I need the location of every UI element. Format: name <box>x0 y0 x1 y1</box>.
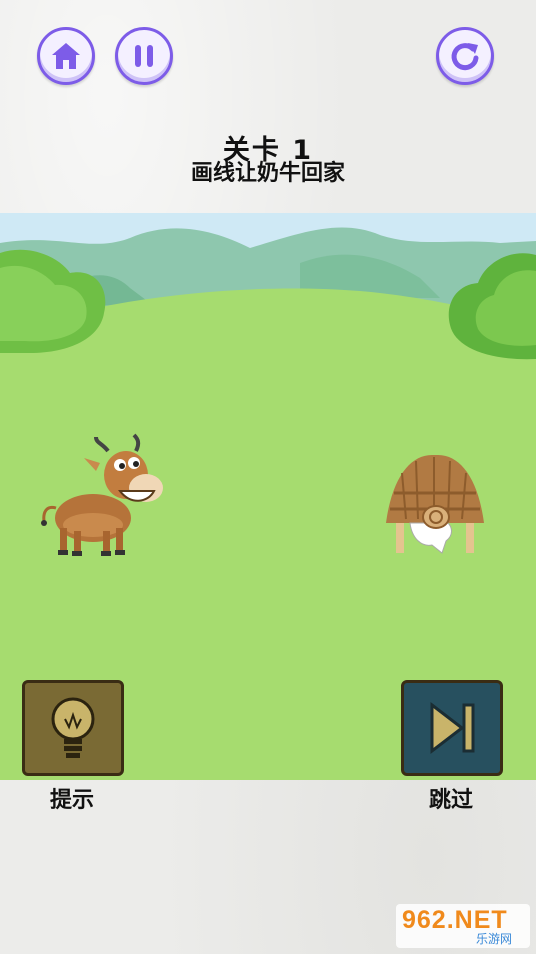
watermark-logo: 962.NET 乐游网 <box>396 904 530 948</box>
pause-button[interactable] <box>115 27 173 85</box>
lightbulb-icon <box>51 697 95 758</box>
watermark-sub: 乐游网 <box>476 932 513 946</box>
home-icon <box>52 43 80 69</box>
cow-character[interactable] <box>38 433 168 563</box>
skip-button[interactable] <box>401 680 503 776</box>
level-instruction: 画线让奶牛回家 <box>190 161 345 186</box>
restart-button[interactable] <box>436 27 494 85</box>
pause-icon <box>135 45 153 67</box>
skip-label: 跳过 <box>428 788 473 813</box>
barn-home[interactable] <box>382 453 488 563</box>
hint-label: 提示 <box>49 788 94 813</box>
hint-button[interactable] <box>22 680 124 776</box>
skip-icon <box>430 701 475 755</box>
restart-icon <box>451 43 479 71</box>
home-button[interactable] <box>37 27 95 85</box>
